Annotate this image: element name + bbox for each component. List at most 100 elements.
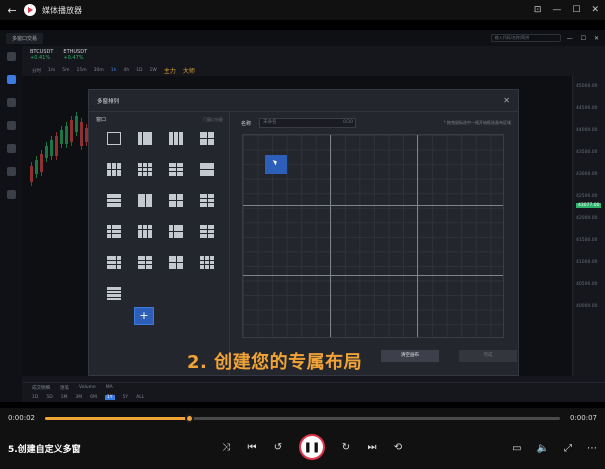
chart-toolbar: 分时 1m 5m 15m 30m 1h 4h 1D 1W 主力 大师 bbox=[32, 68, 195, 75]
maximize-icon[interactable]: ☐ bbox=[572, 5, 580, 15]
sidebar-icon-active bbox=[6, 75, 16, 84]
layout-preset-icon[interactable] bbox=[169, 225, 183, 238]
price-tick-label: 41000.00 bbox=[576, 260, 598, 265]
name-counter: 0/30 bbox=[342, 120, 354, 125]
seek-thumb[interactable] bbox=[185, 413, 195, 423]
app-search: 输入代码/名称/简拼 bbox=[490, 34, 561, 42]
previous-icon[interactable]: ⏮ bbox=[247, 442, 257, 453]
back-arrow-icon[interactable]: ← bbox=[6, 4, 18, 17]
name-row: 名称 未命名 0/30 bbox=[241, 118, 357, 128]
pin-icon[interactable]: ⊡ bbox=[534, 5, 542, 15]
next-icon[interactable]: ⏭ bbox=[367, 442, 377, 453]
time-current: 0:00:02 bbox=[8, 414, 35, 422]
layout-preset-icon[interactable] bbox=[107, 256, 121, 269]
dialog-title: 多窗排列 bbox=[97, 98, 120, 105]
layout-preset-icon[interactable] bbox=[138, 132, 152, 145]
name-label: 名称 bbox=[241, 120, 252, 127]
layout-preset-icon[interactable] bbox=[107, 194, 121, 207]
seek-track[interactable] bbox=[45, 413, 560, 423]
sidebar-icon bbox=[6, 190, 16, 199]
layout-preset-icon[interactable] bbox=[138, 194, 152, 207]
sidebar-icon bbox=[6, 121, 16, 130]
presets-sublabel: 门窗口分配 bbox=[203, 117, 223, 122]
player-controls: 5.创建自定义多窗 ⤨ ⏮ ↺ ❚❚ ↻ ⏭ ⟲ ▭ 🔈 ⤢ ⋯ bbox=[0, 428, 605, 469]
price-highlight: 43077.00 bbox=[576, 203, 602, 208]
layout-preset-icon[interactable] bbox=[107, 225, 121, 238]
video-caption: 2. 创建您的专属布局 bbox=[187, 352, 363, 373]
layout-canvas-grid[interactable] bbox=[242, 134, 504, 338]
grid-divider bbox=[330, 135, 331, 337]
app-tab: 多窗口交易 bbox=[6, 32, 44, 44]
minimize-icon[interactable]: — bbox=[552, 5, 561, 15]
layout-preset-icon[interactable] bbox=[200, 194, 214, 207]
time-total: 0:00:07 bbox=[570, 414, 597, 422]
player-title: 媒体播放器 bbox=[42, 5, 82, 15]
video-title: 5.创建自定义多窗 bbox=[8, 445, 81, 455]
layout-editor-panel: 名称 未命名 0/30 * 拖曳鼠标选中一格开始框选画布区域 清空画布 完成 bbox=[231, 112, 519, 376]
ticker-strip: BTCUSDT +0.41% ETHUSDT +0.47% bbox=[22, 46, 605, 64]
price-tick-label: 44000.00 bbox=[576, 128, 598, 133]
grid-divider bbox=[243, 275, 503, 276]
subtitles-icon[interactable]: ▭ bbox=[512, 443, 521, 454]
layout-preset-icon[interactable] bbox=[138, 256, 152, 269]
fullscreen-icon[interactable]: ⤢ bbox=[564, 443, 572, 454]
presets-label: 窗口 bbox=[96, 117, 107, 123]
layout-preset-icon[interactable] bbox=[169, 256, 183, 269]
layout-dialog: 多窗排列 ✕ 窗口 门窗口分配 + 名称 未命名 0/30 * 拖曳鼠标选中一格… bbox=[88, 89, 519, 376]
layout-preset-icon[interactable] bbox=[138, 163, 152, 176]
add-layout-button[interactable]: + bbox=[134, 307, 154, 325]
price-tick-label: 43500.00 bbox=[576, 150, 598, 155]
video-frame[interactable]: 多窗口交易 输入代码/名称/简拼 — ☐ ✕ BTCUSDT +0.41% ETHU… bbox=[0, 30, 605, 402]
price-tick-label: 43000.00 bbox=[576, 172, 598, 177]
dialog-close-icon[interactable]: ✕ bbox=[503, 96, 510, 105]
layout-preset-icon[interactable] bbox=[169, 132, 183, 145]
layout-preset-icon[interactable] bbox=[138, 225, 152, 238]
grid-divider bbox=[243, 205, 503, 206]
clear-canvas-button[interactable]: 清空画布 bbox=[381, 350, 439, 362]
sidebar-icon bbox=[6, 52, 16, 61]
layout-preset-icon[interactable] bbox=[200, 256, 214, 269]
layout-preset-icon[interactable] bbox=[169, 163, 183, 176]
seek-bar: 0:00:02 0:00:07 bbox=[0, 408, 605, 428]
dialog-buttons: 清空画布 完成 bbox=[381, 350, 517, 362]
name-input[interactable]: 未命名 0/30 bbox=[259, 118, 357, 128]
grid-divider bbox=[417, 135, 418, 337]
price-tick-label: 42500.00 bbox=[576, 194, 598, 199]
forward-30-icon[interactable]: ↻ bbox=[341, 442, 351, 453]
dialog-header: 多窗排列 ✕ bbox=[89, 90, 518, 112]
pause-button[interactable]: ❚❚ bbox=[299, 434, 325, 460]
layout-preset-icon[interactable] bbox=[200, 225, 214, 238]
price-tick-label: 40500.00 bbox=[576, 282, 598, 287]
price-tick-label: 45000.00 bbox=[576, 84, 598, 89]
price-tick-label: 44500.00 bbox=[576, 106, 598, 111]
volume-icon[interactable]: 🔈 bbox=[537, 443, 549, 454]
sidebar-icon bbox=[6, 167, 16, 176]
app-sidebar bbox=[0, 46, 22, 402]
shuffle-icon[interactable]: ⤨ bbox=[221, 442, 231, 453]
layout-preset-icon[interactable] bbox=[200, 132, 214, 145]
repeat-off-icon[interactable]: ⟲ bbox=[393, 442, 403, 453]
layout-preset-icon[interactable] bbox=[107, 163, 121, 176]
layout-preset-icon[interactable] bbox=[169, 194, 183, 207]
price-tick-label: 41500.00 bbox=[576, 238, 598, 243]
app-topbar: 多窗口交易 输入代码/名称/简拼 — ☐ ✕ bbox=[0, 30, 605, 46]
layout-presets-panel: 窗口 门窗口分配 + bbox=[89, 112, 230, 376]
done-button[interactable]: 完成 bbox=[459, 350, 517, 362]
ticker: ETHUSDT +0.47% bbox=[63, 49, 88, 61]
price-tick-label: 42000.00 bbox=[576, 216, 598, 221]
rewind-10-icon[interactable]: ↺ bbox=[273, 442, 283, 453]
seek-progress bbox=[45, 416, 190, 420]
close-icon[interactable]: ✕ bbox=[591, 5, 599, 15]
bottom-tabs: 成交明细 逐笔 Volume MA bbox=[22, 382, 605, 392]
price-tick-label: 40000.00 bbox=[576, 304, 598, 309]
ticker: BTCUSDT +0.41% bbox=[30, 49, 54, 61]
bottom-timeframes: 1D 5D 1M 3M 6M 1Y 5Y ALL bbox=[32, 394, 145, 400]
app-window-controls: — ☐ ✕ bbox=[566, 34, 599, 42]
price-axis: 45000.00 44500.00 44000.00 43500.00 43000.00… bbox=[572, 76, 605, 376]
more-icon[interactable]: ⋯ bbox=[587, 443, 597, 454]
layout-preset-icon[interactable] bbox=[107, 132, 121, 145]
player-logo-icon bbox=[24, 4, 36, 16]
layout-preset-icon[interactable] bbox=[200, 163, 214, 176]
editor-hint: * 拖曳鼠标选中一格开始框选画布区域 bbox=[443, 120, 511, 125]
layout-preset-icon[interactable] bbox=[107, 287, 121, 300]
